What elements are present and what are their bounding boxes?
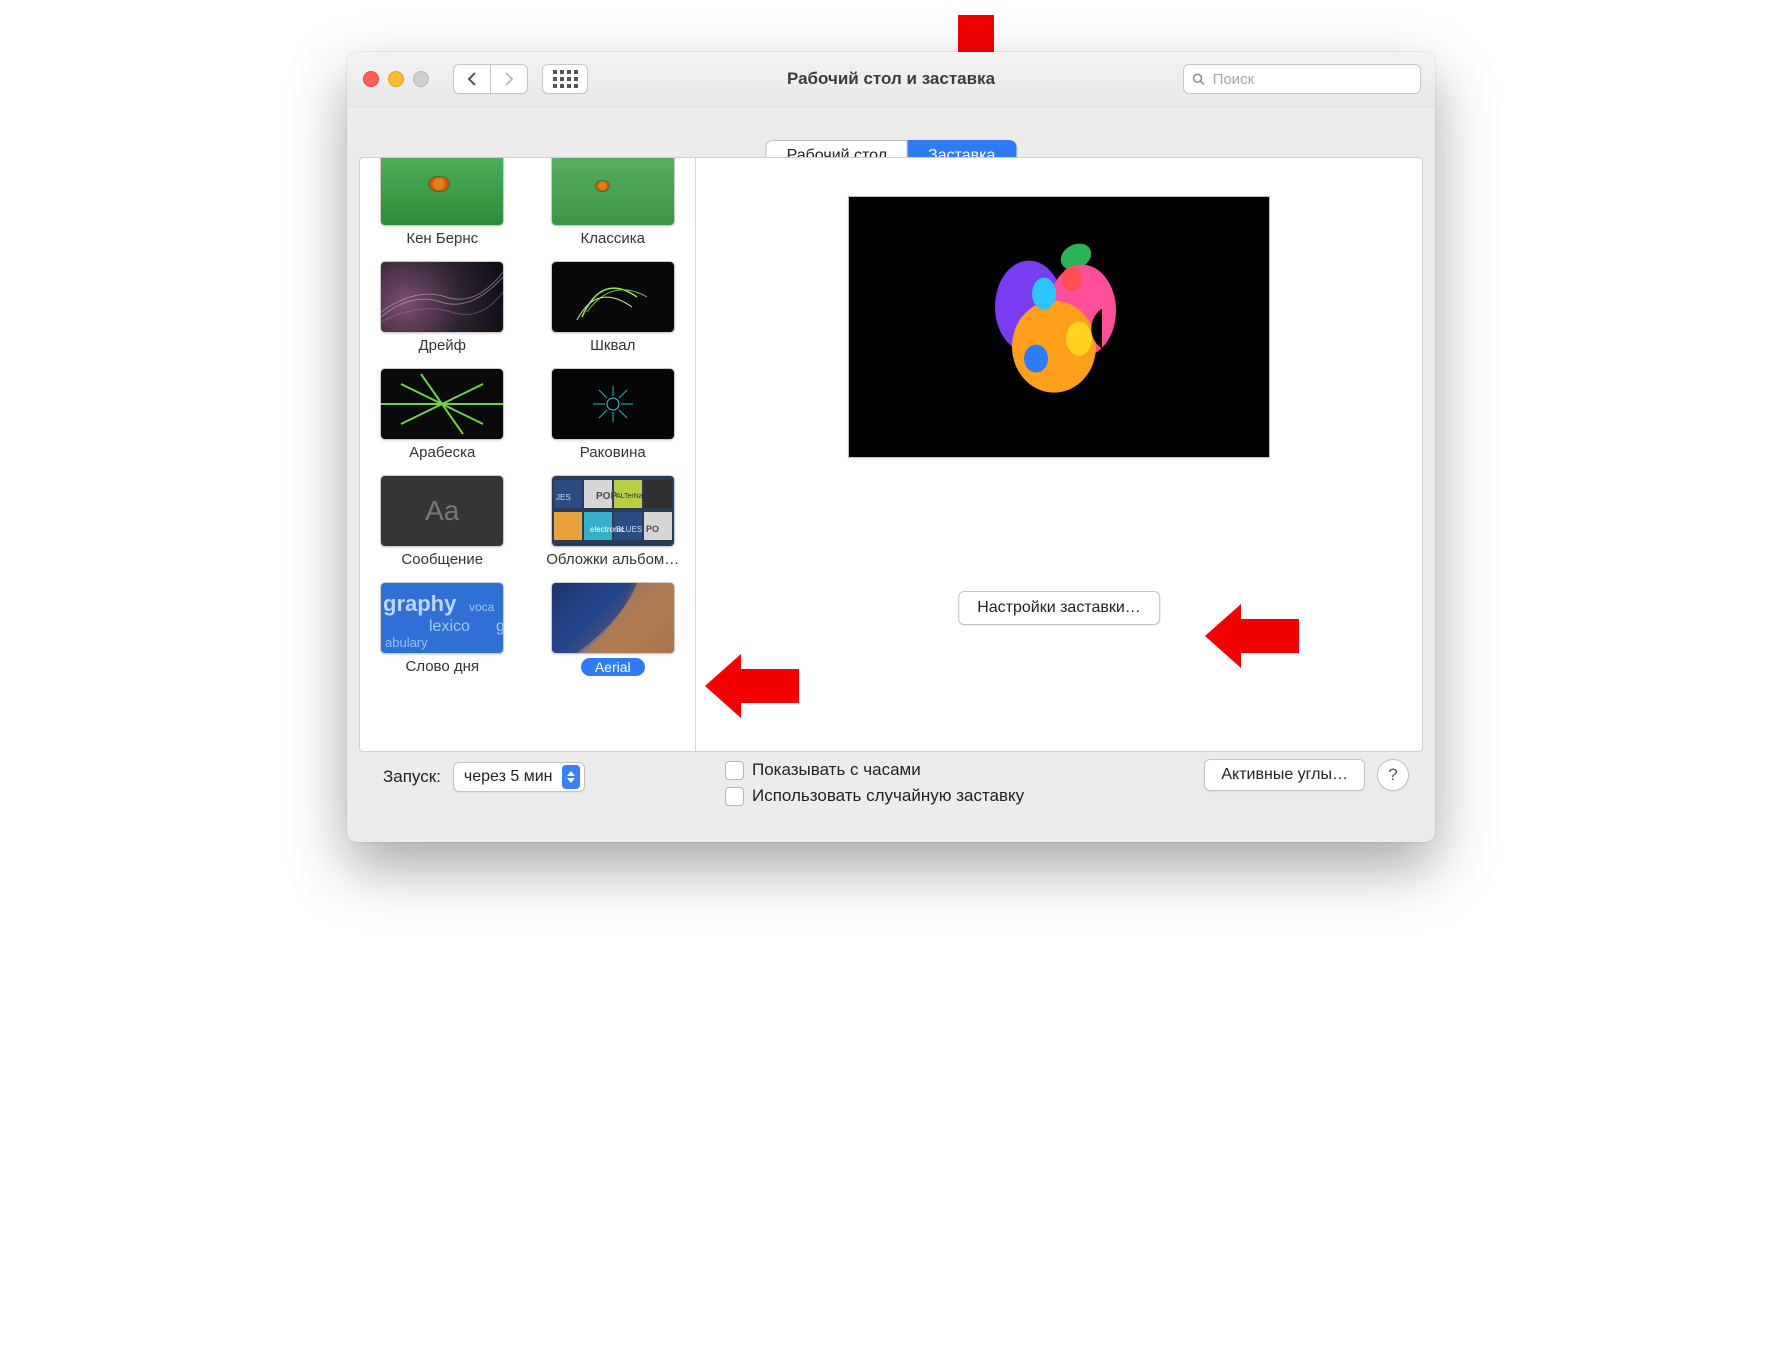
saver-thumb [551, 582, 675, 654]
footer: Запуск: через 5 мин Показывать с часами … [365, 760, 1417, 832]
saver-label: Сообщение [371, 551, 513, 568]
saver-word-of-day[interactable]: graphy voca lexico g abulary Слово дня [366, 582, 519, 680]
saver-thumb: POP electronic BLUES JES PO ALTerNative [551, 475, 675, 547]
svg-text:BLUES: BLUES [616, 525, 642, 534]
saver-aerial[interactable]: Aerial [537, 582, 690, 680]
svg-text:JES: JES [556, 493, 571, 502]
svg-text:ALTerNative: ALTerNative [616, 493, 654, 500]
saver-thumb: Aa [380, 475, 504, 547]
saver-label: Дрейф [371, 337, 513, 354]
saver-drift[interactable]: Дрейф [366, 261, 519, 354]
saver-label: Обложки альбом… [542, 551, 684, 568]
svg-text:lexico: lexico [429, 618, 470, 635]
saver-rakovina[interactable]: Раковина [537, 368, 690, 461]
saver-label: Слово дня [371, 658, 513, 675]
preview-pane: Настройки заставки… [696, 158, 1422, 751]
saver-label: Раковина [542, 444, 684, 461]
saver-label-selected: Aerial [581, 658, 645, 676]
checkbox-icon [725, 787, 744, 806]
saver-thumb [380, 158, 504, 226]
search-icon [1192, 72, 1205, 86]
saver-label: Шквал [542, 337, 684, 354]
zoom-window-button [413, 71, 429, 87]
saver-thumb [551, 158, 675, 226]
saver-label: Арабеска [371, 444, 513, 461]
saver-message[interactable]: Aa Сообщение [366, 475, 519, 568]
nav-buttons [453, 64, 528, 94]
saver-classic[interactable]: Классика [537, 158, 690, 247]
launch-label: Запуск: [383, 767, 441, 787]
saver-thumb [551, 368, 675, 440]
saver-arabeska[interactable]: Арабеска [366, 368, 519, 461]
saver-shkval[interactable]: Шквал [537, 261, 690, 354]
traffic-lights [363, 71, 429, 87]
grid-icon [553, 70, 578, 88]
apple-logo-icon [984, 239, 1134, 409]
nav-forward-button [490, 64, 528, 94]
saver-thumb [551, 261, 675, 333]
search-input[interactable] [1211, 70, 1412, 89]
screensaver-preview [848, 196, 1270, 458]
saver-ken-burns[interactable]: Кен Бернс [366, 158, 519, 247]
saver-label: Кен Бернс [371, 230, 513, 247]
checkbox-label: Показывать с часами [752, 760, 921, 780]
svg-text:g: g [496, 618, 503, 635]
search-field[interactable] [1183, 64, 1421, 94]
checkbox-label: Использовать случайную заставку [752, 786, 1024, 806]
screensaver-list[interactable]: Кен Бернс Классика Дрейф [360, 158, 696, 751]
svg-text:graphy: graphy [383, 591, 457, 616]
minimize-window-button[interactable] [388, 71, 404, 87]
saver-album-covers[interactable]: POP electronic BLUES JES PO ALTerNative … [537, 475, 690, 568]
svg-text:voca: voca [469, 600, 495, 614]
help-button[interactable]: ? [1377, 759, 1409, 791]
launch-delay-value: через 5 мин [464, 768, 553, 786]
saver-thumb [380, 368, 504, 440]
hot-corners-button[interactable]: Активные углы… [1204, 759, 1365, 791]
checkbox-icon [725, 761, 744, 780]
saver-thumb: graphy voca lexico g abulary [380, 582, 504, 654]
stepper-icon [562, 765, 580, 789]
svg-text:PO: PO [646, 524, 659, 534]
saver-thumb [380, 261, 504, 333]
show-with-clock-checkbox[interactable]: Показывать с часами [725, 760, 1024, 780]
saver-label: Классика [542, 230, 684, 247]
random-screensaver-checkbox[interactable]: Использовать случайную заставку [725, 786, 1024, 806]
show-all-button[interactable] [542, 64, 588, 94]
preferences-window: Рабочий стол и заставка Рабочий стол Зас… [347, 52, 1435, 842]
main-panel: Кен Бернс Классика Дрейф [359, 157, 1423, 752]
titlebar: Рабочий стол и заставка [347, 52, 1435, 107]
sample-text: Aa [425, 495, 459, 527]
close-window-button[interactable] [363, 71, 379, 87]
svg-text:abulary: abulary [385, 635, 428, 650]
screensaver-options-button[interactable]: Настройки заставки… [958, 591, 1160, 625]
nav-back-button[interactable] [453, 64, 490, 94]
svg-text:POP: POP [596, 491, 617, 502]
launch-delay-select[interactable]: через 5 мин [453, 762, 586, 792]
